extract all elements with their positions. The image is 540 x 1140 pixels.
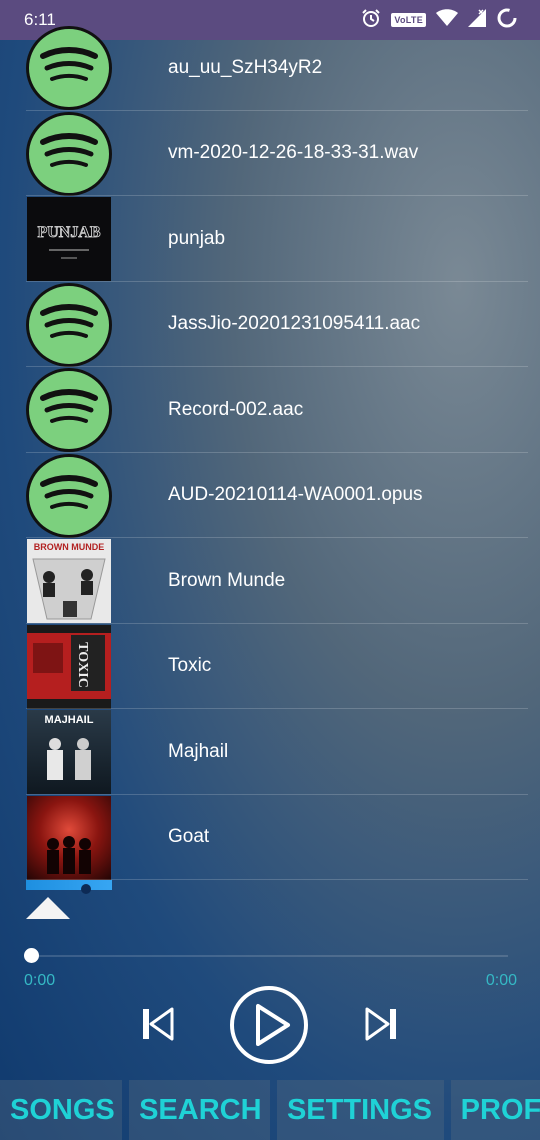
song-art <box>26 26 112 110</box>
skip-previous-icon <box>142 1007 174 1046</box>
spotify-icon <box>26 368 112 452</box>
song-art: PUNJAB <box>26 197 112 281</box>
song-art <box>26 282 112 367</box>
song-title: vm-2020-12-26-18-33-31.wav <box>168 142 419 164</box>
song-title: Record-002.aac <box>168 398 304 420</box>
album-cover-majhail: MAJHAIL <box>27 710 111 794</box>
list-item[interactable]: JassJio-20201231095411.aac <box>0 282 540 368</box>
list-item[interactable]: BROWN MUNDE Brown Munde <box>0 538 540 624</box>
song-title: Goat <box>168 826 210 848</box>
spotify-icon <box>26 282 112 367</box>
song-title: punjab <box>168 227 226 249</box>
song-art <box>26 368 112 452</box>
toxic-cover-text: TOXIC <box>75 642 90 688</box>
punjab-cover-text: PUNJAB <box>37 224 100 241</box>
tab-settings[interactable]: SETTINGS <box>276 1080 444 1140</box>
expand-player-button[interactable] <box>26 895 70 921</box>
duration-time: 0:00 <box>485 972 517 989</box>
list-item[interactable]: au_uu_SzH34yR2 <box>0 25 540 111</box>
song-title: Brown Munde <box>168 569 286 591</box>
list-item[interactable]: Record-002.aac <box>0 367 540 453</box>
song-art <box>26 453 112 538</box>
song-title: AUD-20210114-WA0001.opus <box>168 484 423 506</box>
tab-songs[interactable]: SONGS <box>0 1080 123 1140</box>
tab-profile[interactable]: PROF <box>450 1080 540 1140</box>
list-item[interactable]: MAJHAIL Majhail <box>0 709 540 795</box>
brown-munde-cover-text: BROWN MUNDE <box>34 542 105 552</box>
majhail-cover-text: MAJHAIL <box>45 714 94 726</box>
song-title: au_uu_SzH34yR2 <box>168 56 323 78</box>
album-cover-punjab: PUNJAB <box>27 197 111 281</box>
spotify-icon <box>26 453 112 538</box>
elapsed-time: 0:00 <box>24 972 56 989</box>
album-cover-goat <box>27 795 111 880</box>
song-title: JassJio-20201231095411.aac <box>168 313 421 335</box>
partial-art <box>81 884 91 894</box>
bottom-tabs: SONGS SEARCH SETTINGS PROF <box>0 1080 540 1140</box>
song-title: Majhail <box>168 740 229 762</box>
next-button[interactable] <box>365 1006 397 1042</box>
list-item[interactable]: PUNJAB punjab <box>0 196 540 282</box>
play-button[interactable] <box>229 985 309 1065</box>
skip-next-icon <box>365 1007 397 1046</box>
spotify-icon <box>26 26 112 110</box>
spotify-icon <box>26 111 112 196</box>
song-art: TOXIC <box>26 624 112 709</box>
list-item[interactable]: TOXIC Toxic <box>0 624 540 710</box>
previous-button[interactable] <box>142 1006 174 1042</box>
list-item[interactable]: AUD-20210114-WA0001.opus <box>0 453 540 539</box>
song-title: Toxic <box>168 655 212 677</box>
song-list: au_uu_SzH34yR2 vm-2020-12-26-18-33-31.wav… <box>0 25 540 880</box>
song-art <box>26 111 112 196</box>
song-art: BROWN MUNDE <box>26 539 112 623</box>
list-item[interactable]: vm-2020-12-26-18-33-31.wav <box>0 111 540 197</box>
list-item-partial[interactable] <box>26 880 112 894</box>
song-art: MAJHAIL <box>26 710 112 794</box>
album-cover-toxic: TOXIC <box>27 624 111 709</box>
chevron-up-icon <box>26 897 70 925</box>
song-art <box>26 795 112 880</box>
seek-thumb[interactable] <box>24 948 39 963</box>
tab-search[interactable]: SEARCH <box>129 1080 270 1140</box>
album-cover-brown-munde: BROWN MUNDE <box>27 539 111 623</box>
play-icon <box>229 986 309 1069</box>
seek-bar[interactable] <box>30 955 508 957</box>
list-item[interactable]: Goat <box>0 795 540 881</box>
